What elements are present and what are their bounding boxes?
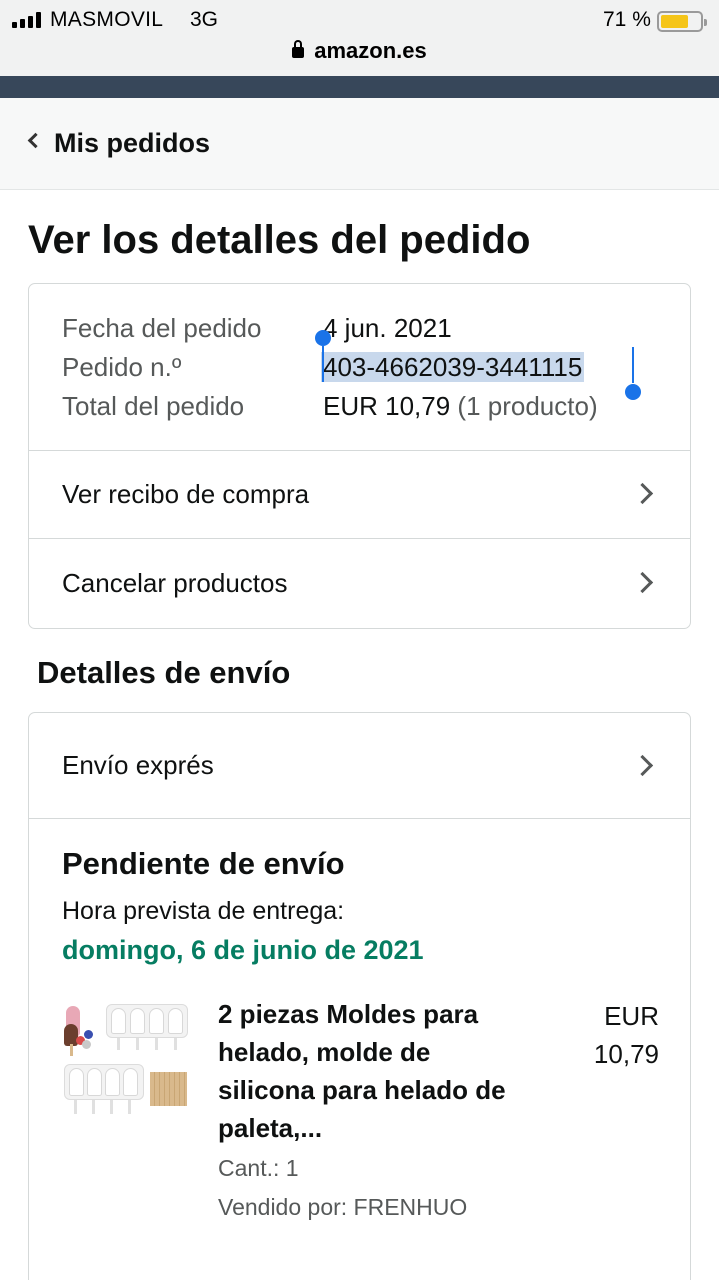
selection-end-handle[interactable]	[625, 384, 641, 400]
product-title-link[interactable]: 2 piezas Moldes para helado, molde de si…	[218, 995, 518, 1147]
chevron-left-icon	[27, 132, 44, 149]
shipment-status: Pendiente de envío	[62, 846, 345, 881]
battery-percent: 71 %	[603, 8, 651, 31]
address-bar[interactable]: amazon.es	[0, 38, 719, 64]
chevron-right-icon	[631, 482, 654, 505]
back-link-my-orders[interactable]: Mis pedidos	[54, 128, 210, 159]
order-number-selection[interactable]: 403-4662039-3441115	[321, 352, 585, 383]
cancel-products-row[interactable]: Cancelar productos	[29, 540, 690, 628]
view-receipt-row[interactable]: Ver recibo de compra	[29, 451, 690, 539]
delivery-estimate-label: Hora prevista de entrega:	[62, 897, 345, 925]
back-navigation[interactable]: Mis pedidos	[0, 98, 719, 190]
selection-start-bar	[322, 346, 324, 382]
shipping-card: Envío exprés Pendiente de envío Hora pre…	[28, 712, 691, 1280]
lock-icon	[292, 40, 305, 58]
selection-end-bar	[632, 347, 634, 383]
product-image[interactable]	[62, 1000, 192, 1120]
chevron-right-icon	[631, 754, 654, 777]
site-header-band	[0, 76, 719, 98]
order-total-amount: EUR 10,79	[323, 391, 451, 421]
order-total-value: EUR 10,79 (1 producto)	[323, 391, 598, 422]
page-title: Ver los detalles del pedido	[28, 218, 531, 262]
product-price: EUR 10,79	[593, 1001, 659, 1069]
order-summary-card: Fecha del pedido 4 jun. 2021 Pedido n.º …	[28, 283, 691, 629]
shipping-section-title: Detalles de envío	[37, 655, 291, 690]
product-seller: Vendido por: FRENHUO	[218, 1194, 468, 1220]
carrier-name: MASMOVIL	[50, 8, 164, 31]
battery-level-fill	[661, 15, 688, 28]
order-number-value[interactable]: 403-4662039-3441115	[321, 352, 585, 382]
product-quantity: Cant.: 1	[218, 1155, 299, 1181]
order-total-label: Total del pedido	[62, 391, 245, 421]
network-type: 3G	[190, 8, 219, 31]
shipping-method-label: Envío exprés	[62, 750, 214, 780]
delivery-estimate-date: domingo, 6 de junio de 2021	[62, 935, 424, 965]
order-number-label: Pedido n.º	[62, 352, 182, 382]
url-text: amazon.es	[314, 38, 427, 63]
view-receipt-label: Ver recibo de compra	[62, 479, 310, 509]
chevron-right-icon	[631, 571, 654, 594]
cancel-products-label: Cancelar productos	[62, 568, 288, 598]
shipping-method-row[interactable]: Envío exprés	[29, 713, 690, 819]
order-date-label: Fecha del pedido	[62, 313, 262, 343]
order-date-value: 4 jun. 2021	[323, 313, 452, 343]
battery-icon	[657, 11, 707, 32]
selection-start-handle[interactable]	[315, 330, 331, 346]
order-info: Fecha del pedido 4 jun. 2021 Pedido n.º …	[29, 284, 690, 451]
status-bar: MASMOVIL 3G 71 % amazon.es	[0, 0, 719, 76]
signal-icon	[12, 12, 41, 28]
order-total-items: (1 producto)	[457, 391, 598, 421]
